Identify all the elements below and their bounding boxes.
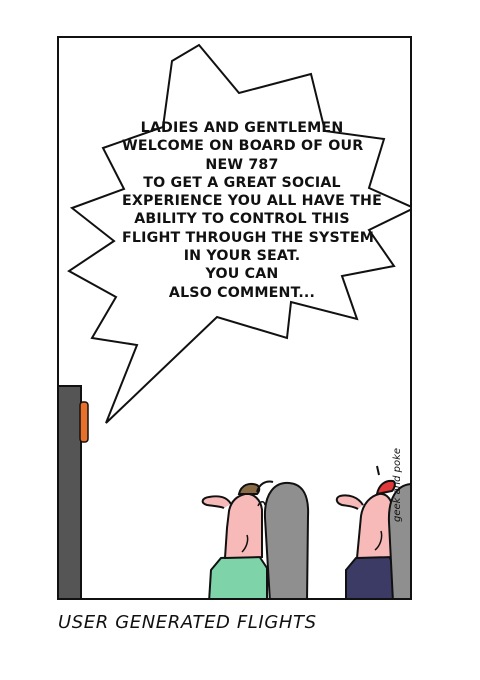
speech-line: FLIGHT THROUGH THE SYSTEM	[122, 229, 375, 246]
loudspeaker	[59, 385, 89, 598]
comic-caption: USER GENERATED FLIGHTS	[58, 612, 317, 633]
speech-line: WELCOME ON BOARD OF OUR	[122, 138, 364, 155]
speech-line: YOU CAN	[205, 266, 279, 283]
speech-line: TO GET A GREAT SOCIAL	[143, 174, 341, 191]
speech-line: NEW 787	[205, 156, 279, 173]
seat-left	[263, 481, 310, 598]
passenger-left	[201, 480, 274, 598]
comic-panel: LADIES AND GENTLEMEN WELCOME ON BOARD OF…	[57, 36, 412, 600]
artist-signature: geek and poke	[392, 447, 403, 522]
speech-line: ABILITY TO CONTROL THIS	[134, 211, 350, 228]
passenger-right	[335, 465, 396, 598]
speech-text: LADIES AND GENTLEMEN WELCOME ON BOARD OF…	[122, 119, 382, 302]
speech-line: ALSO COMMENT...	[168, 284, 316, 301]
speech-line: LADIES AND GENTLEMEN	[140, 120, 344, 136]
speech-line: IN YOUR SEAT.	[183, 248, 301, 265]
speech-line: EXPERIENCE YOU ALL HAVE THE	[122, 193, 382, 210]
